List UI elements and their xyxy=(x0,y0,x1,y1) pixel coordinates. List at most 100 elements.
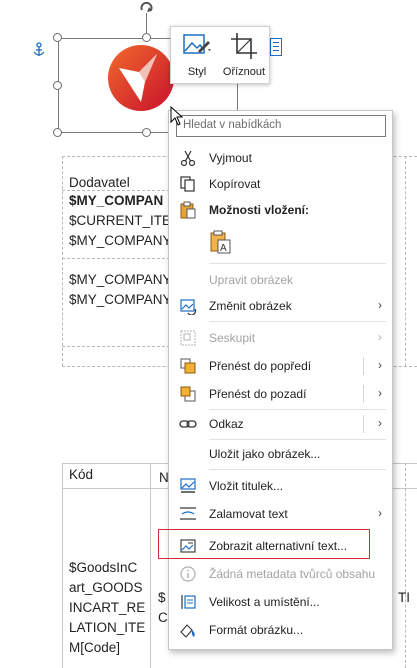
table-border xyxy=(62,190,170,191)
menu-item-label: Kopírovat xyxy=(209,177,261,191)
resize-handle-bm[interactable] xyxy=(142,128,151,137)
table-border xyxy=(62,463,63,668)
menu-item-send-backward[interactable]: Přenést do pozadí › xyxy=(169,381,392,407)
table-border xyxy=(405,463,406,668)
menu-item-bring-forward[interactable]: Přenést do popředí › xyxy=(169,353,392,379)
my-company-1: $MY_COMPANY xyxy=(69,233,172,248)
menu-item-label: Seskupit xyxy=(209,331,256,345)
insert-caption-icon xyxy=(180,478,196,493)
menu-item-group[interactable]: Seskupit › xyxy=(169,325,392,351)
menu-item-label: Uložit jako obrázek... xyxy=(209,447,321,461)
paste-keep-picture-button[interactable]: A xyxy=(207,229,233,255)
menu-item-save-as-picture[interactable]: Uložit jako obrázek... xyxy=(169,441,392,467)
menu-item-size-position[interactable]: Velikost a umístění... xyxy=(169,589,392,615)
bring-forward-icon xyxy=(180,358,196,374)
table-border xyxy=(62,346,170,347)
menu-item-wrap-text[interactable]: Zalamovat text › xyxy=(169,501,392,527)
submenu-arrow-icon[interactable]: › xyxy=(378,386,382,400)
table-border xyxy=(62,156,63,366)
link-icon xyxy=(179,420,197,428)
goods-line-3: INCART_RE xyxy=(69,600,146,615)
menu-item-insert-caption[interactable]: Vložit titulek... xyxy=(169,473,392,499)
menu-item-label: Odkaz xyxy=(209,417,244,431)
menu-item-label: Změnit obrázek xyxy=(209,299,292,313)
menu-item-label: Zalamovat text xyxy=(209,507,288,521)
send-backward-icon xyxy=(180,386,196,402)
menu-item-no-creator-metadata[interactable]: Žádná metadata tvůrců obsahu xyxy=(169,561,392,587)
menu-item-format-picture[interactable]: Formát obrázku... xyxy=(169,617,392,643)
current-item: $CURRENT_ITEM xyxy=(69,213,183,228)
col2-partial-1: $ xyxy=(158,590,166,605)
table-border xyxy=(62,258,170,259)
col2-partial-2: C xyxy=(158,610,168,625)
menu-item-label: Formát obrázku... xyxy=(209,623,304,637)
resize-handle-tm[interactable] xyxy=(142,33,151,42)
menu-item-label: Žádná metadata tvůrců obsahu xyxy=(209,567,376,581)
resize-handle-tl[interactable] xyxy=(53,33,62,42)
scissors-icon xyxy=(180,150,196,167)
menu-separator xyxy=(209,469,386,470)
copy-icon xyxy=(180,176,195,192)
svg-text:A: A xyxy=(220,243,227,254)
menu-separator xyxy=(209,321,386,322)
size-position-icon xyxy=(181,595,196,609)
resize-handle-bl[interactable] xyxy=(53,128,62,137)
alt-text-highlight-box xyxy=(158,529,370,559)
my-company-3: $MY_COMPANY xyxy=(69,292,172,307)
menu-search-input[interactable]: Hledat v nabídkách xyxy=(176,115,386,137)
crop-button[interactable]: Oříznout xyxy=(219,31,269,83)
goods-line-4: LATION_ITE xyxy=(69,620,146,635)
submenu-arrow-icon[interactable]: › xyxy=(378,358,382,372)
menu-section-paste-options: Možnosti vložení: xyxy=(169,197,392,223)
rotate-handle-icon[interactable] xyxy=(138,0,156,14)
menu-item-link[interactable]: Odkaz › xyxy=(169,411,392,437)
paste-options-title: Možnosti vložení: xyxy=(209,203,309,217)
my-company-bold: $MY_COMPAN xyxy=(69,193,164,208)
menu-item-label: Přenést do popředí xyxy=(209,359,312,373)
mini-toolbar: Styl Oříznout xyxy=(170,26,270,84)
split-divider xyxy=(363,385,364,403)
picture-style-icon xyxy=(183,34,211,54)
menu-item-label: Velikost a umístění... xyxy=(209,595,320,609)
style-button[interactable]: Styl xyxy=(177,31,217,83)
split-divider xyxy=(363,415,364,433)
submenu-arrow-icon: › xyxy=(378,298,382,312)
goods-line-2: art_GOODS xyxy=(69,580,143,595)
submenu-arrow-icon: › xyxy=(378,330,382,344)
right-edge-partial: TI xyxy=(398,590,410,605)
style-label: Styl xyxy=(187,66,207,78)
menu-item-label: Vyjmout xyxy=(209,151,252,165)
menu-separator xyxy=(209,439,386,440)
logo-image[interactable] xyxy=(105,42,177,114)
menu-item-label: Vložit titulek... xyxy=(209,479,284,493)
submenu-arrow-icon: › xyxy=(378,506,382,520)
submenu-arrow-icon[interactable]: › xyxy=(378,416,382,430)
goods-line-1: $GoodsInC xyxy=(69,560,138,575)
group-icon xyxy=(180,330,196,346)
menu-item-edit-picture[interactable]: Upravit obrázek xyxy=(169,267,392,293)
menu-item-label: Přenést do pozadí xyxy=(209,387,307,401)
menu-item-label: Upravit obrázek xyxy=(209,273,294,287)
my-company-2: $MY_COMPANY xyxy=(69,272,172,287)
goods-line-5: M[Code] xyxy=(69,640,121,655)
wrap-text-icon xyxy=(180,507,196,520)
format-picture-icon xyxy=(180,624,195,638)
split-divider xyxy=(363,357,364,375)
menu-separator xyxy=(209,409,386,410)
table-border xyxy=(405,156,406,366)
paste-picture-icon: A xyxy=(210,230,231,254)
crop-icon xyxy=(231,33,257,59)
layout-options-icon[interactable] xyxy=(270,38,282,56)
menu-item-copy[interactable]: Kopírovat xyxy=(169,171,392,197)
crop-label: Oříznout xyxy=(222,66,266,78)
supplier-header: Dodavatel xyxy=(69,175,130,190)
change-picture-icon xyxy=(180,299,197,315)
table-border xyxy=(150,463,151,668)
paste-icon xyxy=(180,201,196,219)
resize-handle-ml[interactable] xyxy=(53,81,62,90)
info-icon xyxy=(180,566,196,582)
context-menu: Hledat v nabídkách Vyjmout Kopírovat Mož… xyxy=(168,110,393,650)
menu-item-cut[interactable]: Vyjmout xyxy=(169,145,392,171)
menu-item-change-picture[interactable]: Změnit obrázek › xyxy=(169,293,392,319)
anchor-icon[interactable] xyxy=(32,42,46,58)
